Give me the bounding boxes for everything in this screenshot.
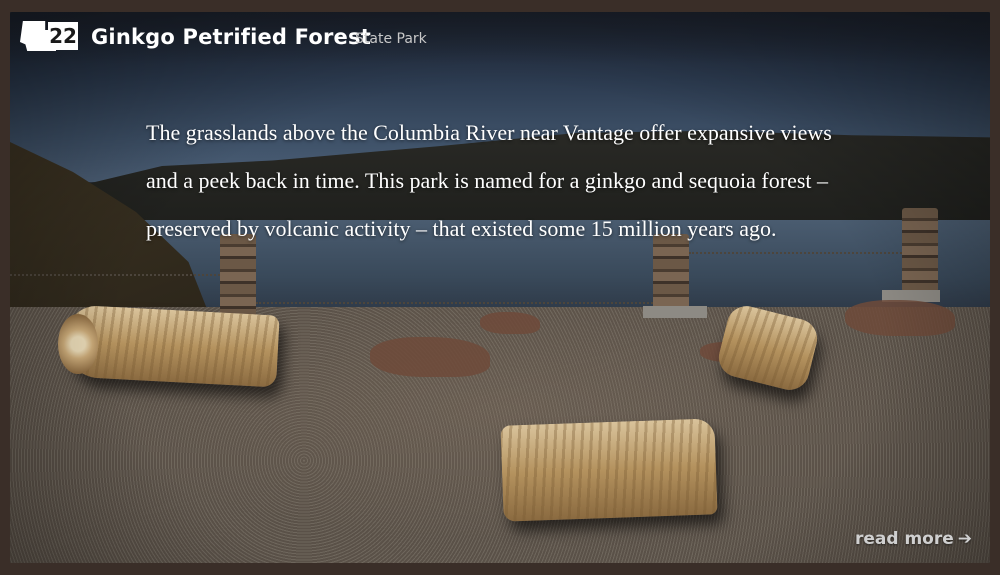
- arrow-right-icon: ➔: [957, 529, 972, 549]
- read-more-label: read more: [854, 529, 954, 549]
- park-title: Ginkgo Petrified Forest: [91, 25, 371, 49]
- hero-photo: [10, 12, 990, 563]
- vignette: [10, 12, 990, 563]
- park-number: 22: [48, 22, 78, 50]
- park-type: State Park: [355, 31, 427, 47]
- park-description: The grasslands above the Columbia River …: [146, 120, 832, 241]
- header: 22 Ginkgo Petrified Forest State Park: [10, 12, 990, 64]
- park-number-badge: 22: [20, 21, 79, 51]
- read-more-link[interactable]: read more ➔: [855, 527, 972, 551]
